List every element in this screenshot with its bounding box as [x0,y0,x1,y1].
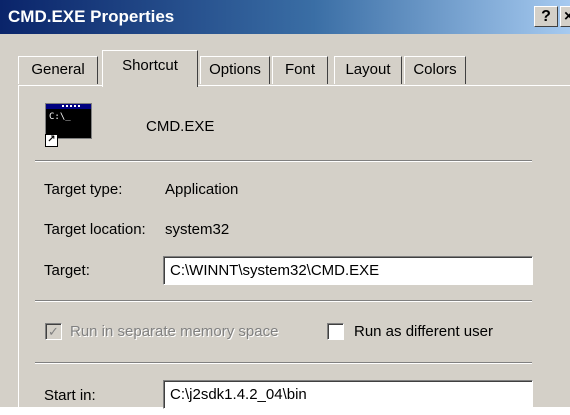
start-in-field[interactable]: C:\j2sdk1.4.2_04\bin [163,380,533,409]
tab-colors[interactable]: Colors [404,56,466,84]
tab-shortcut[interactable]: Shortcut [102,50,198,87]
run-separate-memory-label: Run in separate memory space [70,323,279,340]
tab-layout[interactable]: Layout [334,56,402,84]
tab-font[interactable]: Font [272,56,328,84]
icon-title-bar [46,104,91,109]
tab-general[interactable]: General [18,56,98,84]
start-in-label: Start in: [44,387,96,404]
icon-prompt-text: C:\_ [49,112,71,122]
target-location-value: system32 [165,221,230,238]
run-as-different-user-label[interactable]: Run as different user [354,323,493,340]
run-separate-memory-checkbox[interactable]: ✓ [45,323,62,340]
target-type-value: Application [165,181,239,198]
divider [35,300,532,302]
title-bar[interactable]: CMD.EXE Properties ? × [0,0,570,34]
shortcut-tab-panel [18,85,570,415]
tab-strip: General Shortcut Options Font Layout Col… [18,50,570,87]
target-type-label: Target type: [44,181,123,198]
shortcut-arrow-icon: ↗ [45,134,58,147]
divider [35,362,532,364]
shortcut-name: CMD.EXE [146,118,215,135]
target-label: Target: [44,262,90,279]
divider [35,160,532,162]
help-button[interactable]: ? [534,6,558,27]
target-location-label: Target location: [44,221,146,238]
window-title: CMD.EXE Properties [8,7,175,26]
run-as-different-user-checkbox[interactable] [327,323,344,340]
tab-options[interactable]: Options [200,56,270,84]
properties-dialog: CMD.EXE Properties ? × General Shortcut … [0,0,570,415]
target-field[interactable]: C:\WINNT\system32\CMD.EXE [163,256,533,285]
close-button[interactable]: × [560,6,570,27]
